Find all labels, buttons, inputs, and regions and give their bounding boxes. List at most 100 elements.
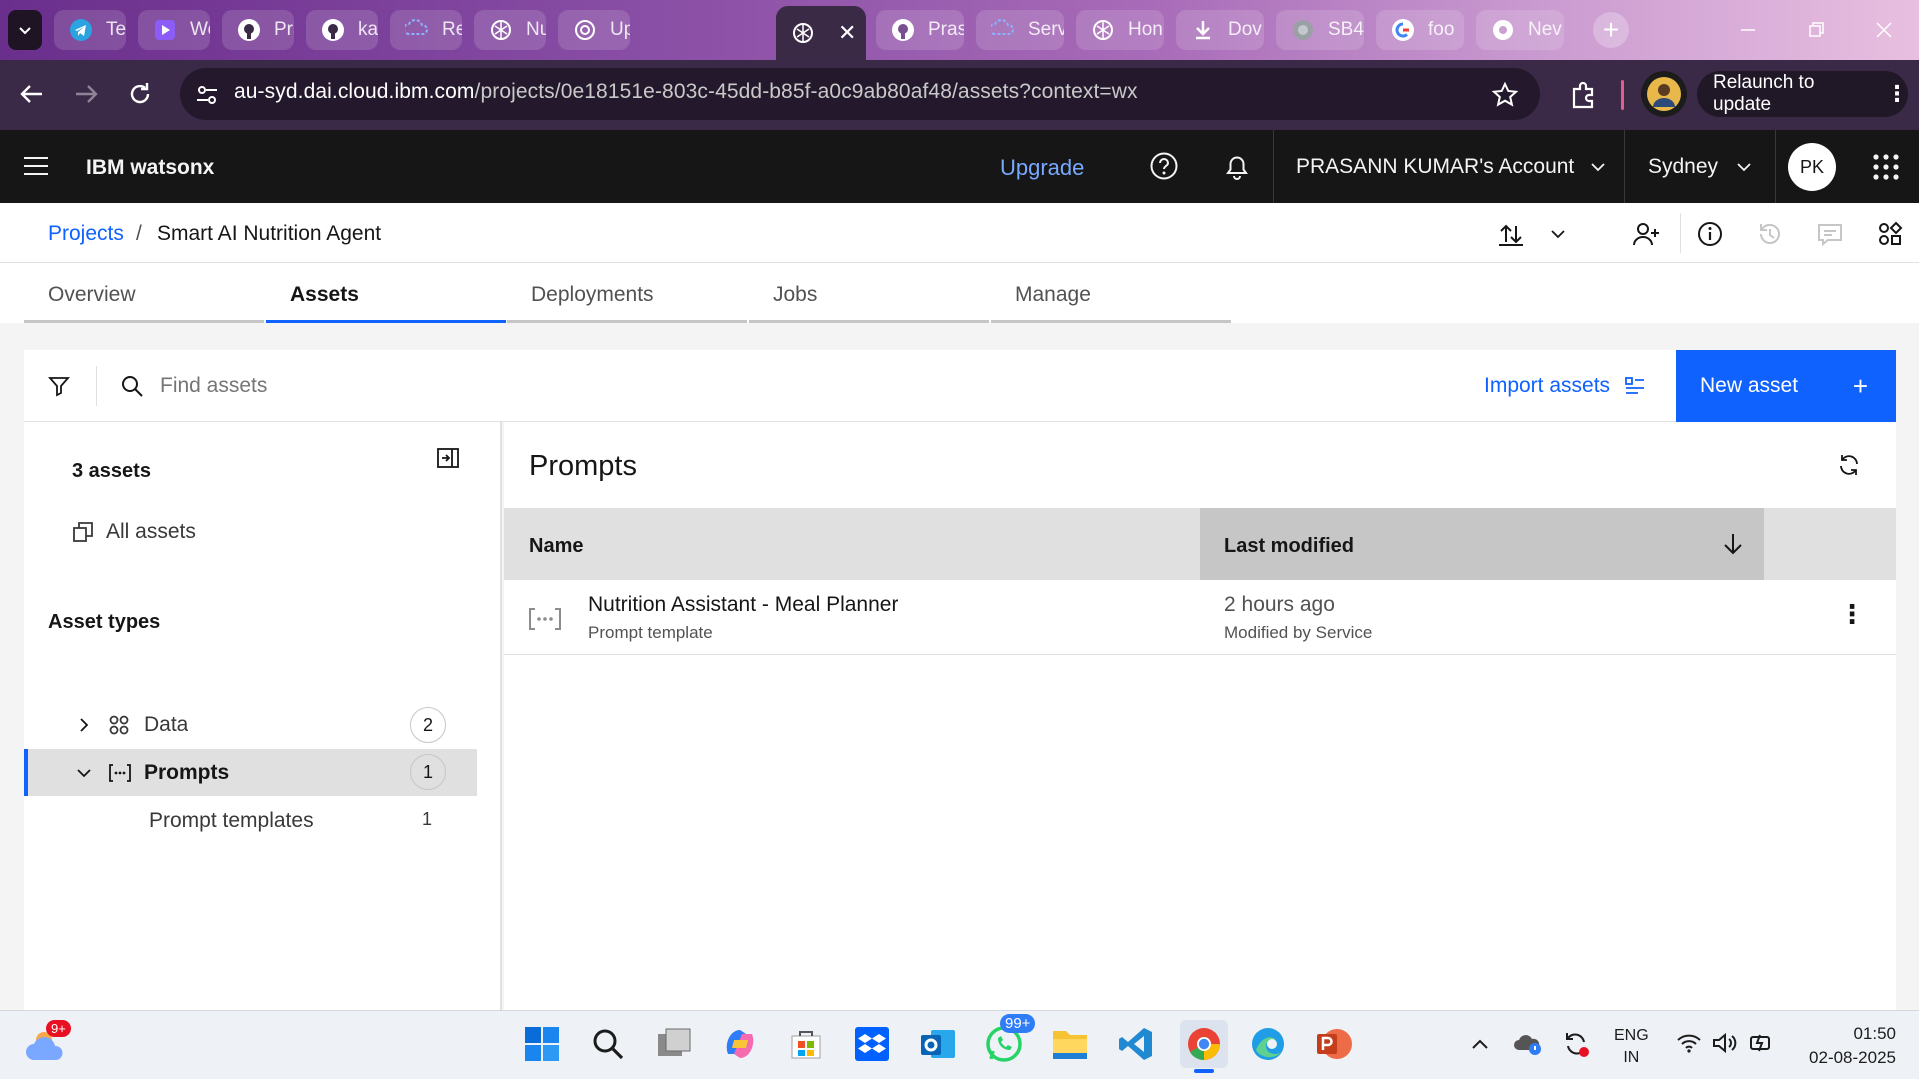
table-row[interactable]: Nutrition Assistant - Meal Planner Promp… <box>504 581 1896 655</box>
download-icon <box>1190 17 1216 43</box>
import-assets-button[interactable]: Import assets <box>1484 374 1646 398</box>
upgrade-link[interactable]: Upgrade <box>1000 155 1084 181</box>
overflow-menu-icon[interactable]: ⋮ <box>1839 599 1865 630</box>
browser-tab[interactable]: Hon <box>1076 10 1164 50</box>
asset-name-link[interactable]: Nutrition Assistant - Meal Planner <box>588 593 898 617</box>
browser-tab[interactable]: foo <box>1376 10 1464 50</box>
task-view-icon[interactable] <box>652 1022 696 1066</box>
column-header-name[interactable]: Name <box>529 535 583 558</box>
powerpoint-icon[interactable] <box>1312 1022 1356 1066</box>
dropbox-icon[interactable] <box>850 1022 894 1066</box>
column-header-last-modified[interactable]: Last modified <box>1200 508 1764 580</box>
brand-name[interactable]: IBM watsonx <box>86 156 214 180</box>
volume-icon[interactable] <box>1712 1032 1738 1054</box>
count-badge: 2 <box>410 707 446 743</box>
help-icon[interactable] <box>1149 151 1179 181</box>
file-explorer-icon[interactable] <box>1048 1022 1092 1066</box>
browser-tab[interactable]: Nut <box>474 10 546 50</box>
browser-tab-active[interactable]: ✕ <box>776 6 866 60</box>
browser-tab[interactable]: Nev <box>1476 10 1564 50</box>
tab-overview[interactable]: Overview <box>24 263 264 323</box>
forward-icon[interactable] <box>72 80 100 108</box>
show-hidden-icons-icon[interactable] <box>1470 1036 1490 1052</box>
browser-tab[interactable]: Pras <box>222 10 294 50</box>
back-icon[interactable] <box>18 80 46 108</box>
extensions-icon[interactable] <box>1568 80 1598 110</box>
microsoft-store-icon[interactable] <box>784 1022 828 1066</box>
sync-icon[interactable] <box>1562 1030 1590 1058</box>
sidebar-item-label: Prompts <box>144 761 230 784</box>
account-switcher[interactable]: PRASANN KUMAR's Account <box>1296 155 1606 179</box>
reload-icon[interactable] <box>126 80 154 108</box>
browser-tab[interactable]: Wee <box>138 10 210 50</box>
clock[interactable]: 01:50 02-08-2025 <box>1790 1022 1896 1070</box>
new-asset-button[interactable]: New asset + <box>1676 350 1896 422</box>
ibm-cloud-icon <box>404 17 430 43</box>
notification-bell-icon[interactable] <box>1222 151 1252 181</box>
tab-jobs[interactable]: Jobs <box>749 263 989 323</box>
sidebar-item-prompts[interactable]: Prompts 1 <box>24 749 477 796</box>
browser-tab-label: Nev <box>1528 19 1562 40</box>
browser-tab-label: Dov <box>1228 19 1262 40</box>
browser-tab[interactable]: Reso <box>390 10 462 50</box>
browser-tab[interactable]: Tele <box>54 10 126 50</box>
notification-badge: 99+ <box>1000 1014 1036 1033</box>
hamburger-menu-icon[interactable] <box>23 155 49 177</box>
site-info-icon[interactable] <box>194 82 220 108</box>
edge-icon[interactable] <box>1246 1022 1290 1066</box>
browser-tab[interactable]: Upl <box>558 10 630 50</box>
new-tab-button[interactable]: + <box>1593 12 1629 48</box>
close-tab-icon[interactable]: ✕ <box>838 20 856 46</box>
search-input[interactable] <box>160 366 1160 406</box>
chrome-icon[interactable] <box>1180 1020 1228 1068</box>
info-icon[interactable] <box>1696 220 1724 248</box>
sidebar-item-data[interactable]: Data 2 <box>24 702 477 748</box>
app-switcher-icon[interactable] <box>1872 153 1900 181</box>
wifi-icon[interactable] <box>1676 1032 1702 1054</box>
browser-tab[interactable]: Pras <box>876 10 964 50</box>
relaunch-button[interactable]: Relaunch to update ⋮ <box>1697 71 1908 117</box>
sidebar-subitem-prompt-templates[interactable]: Prompt templates 1 <box>24 797 477 843</box>
refresh-icon[interactable] <box>1837 453 1861 477</box>
tab-deployments[interactable]: Deployments <box>507 263 747 323</box>
vscode-icon[interactable] <box>1114 1022 1158 1066</box>
browser-tab-label: Wee <box>190 19 210 40</box>
onedrive-icon[interactable] <box>1514 1030 1542 1056</box>
user-avatar[interactable]: PK <box>1788 143 1836 191</box>
add-collaborator-icon[interactable] <box>1632 220 1660 248</box>
browser-tab[interactable]: Dov <box>1176 10 1264 50</box>
search-icon[interactable] <box>586 1022 630 1066</box>
header-divider <box>1624 130 1625 203</box>
widgets-icon[interactable] <box>1876 220 1904 248</box>
close-window-icon[interactable] <box>1868 14 1900 46</box>
filter-icon[interactable] <box>47 374 71 398</box>
browser-tab[interactable]: SB4 <box>1276 10 1364 50</box>
minimize-icon[interactable] <box>1732 14 1764 46</box>
browser-tab[interactable]: kail <box>306 10 378 50</box>
restore-icon[interactable] <box>1800 14 1832 46</box>
language-indicator[interactable]: ENG IN <box>1614 1025 1649 1069</box>
browser-tab[interactable]: Serv <box>976 10 1064 50</box>
chevron-down-icon[interactable] <box>1550 226 1566 242</box>
profile-avatar[interactable] <box>1641 71 1687 117</box>
openai-icon <box>572 17 598 43</box>
tab-manage[interactable]: Manage <box>991 263 1231 323</box>
all-assets-link[interactable]: All assets <box>72 520 196 544</box>
tab-search-button[interactable] <box>8 10 42 50</box>
weather-widget[interactable]: 9+ <box>26 1020 74 1070</box>
collapse-panel-icon[interactable] <box>436 446 460 470</box>
bookmark-star-icon[interactable] <box>1491 81 1519 109</box>
history-icon[interactable] <box>1756 220 1784 248</box>
battery-icon[interactable] <box>1748 1031 1776 1055</box>
comment-icon[interactable] <box>1816 220 1844 248</box>
tab-assets[interactable]: Assets <box>266 263 506 323</box>
plus-icon: + <box>1852 370 1868 401</box>
region-switcher[interactable]: Sydney <box>1648 155 1752 179</box>
copilot-icon[interactable] <box>718 1022 762 1066</box>
windows-start-icon[interactable] <box>520 1022 564 1066</box>
breadcrumb-projects-link[interactable]: Projects <box>48 222 124 246</box>
upload-download-icon[interactable] <box>1497 220 1525 248</box>
whatsapp-icon[interactable]: 99+ <box>982 1014 1036 1066</box>
asset-type: Prompt template <box>588 623 713 642</box>
outlook-icon[interactable] <box>916 1022 960 1066</box>
